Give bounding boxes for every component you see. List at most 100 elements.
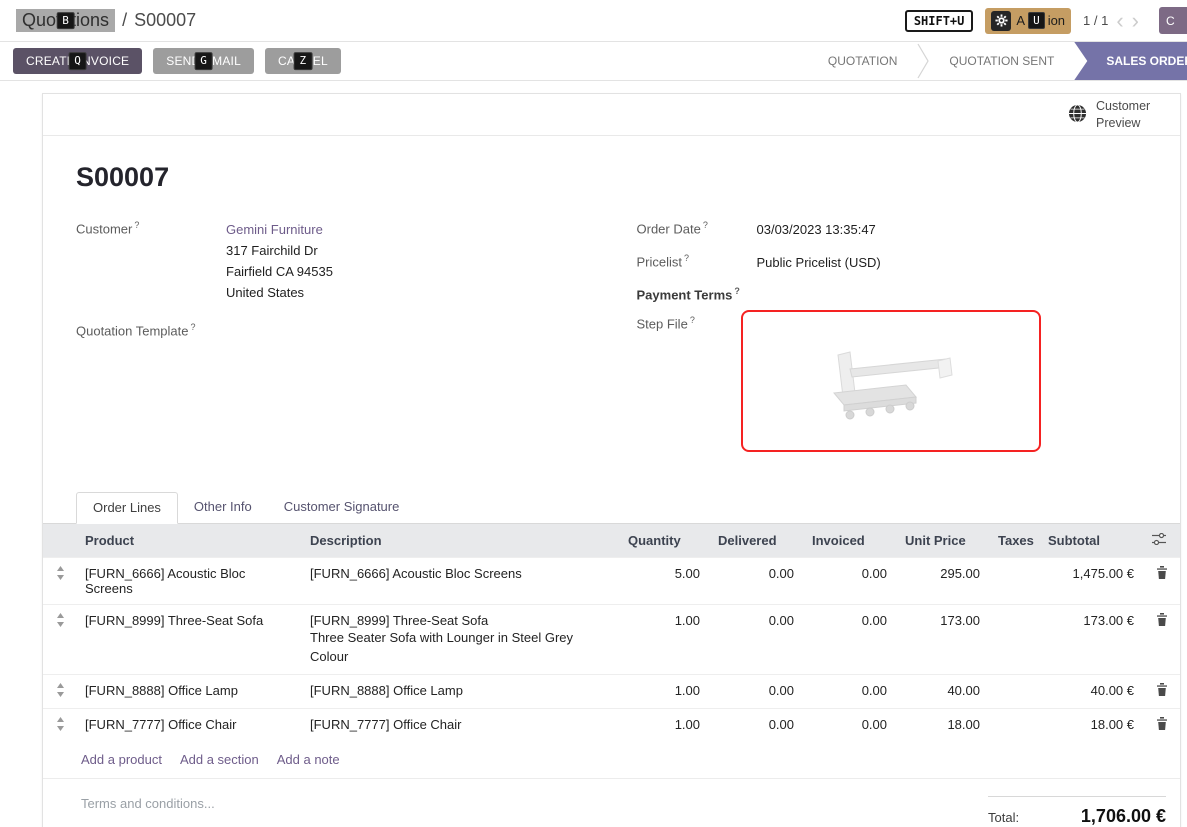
- description-extra: Three Seater Sofa with Lounger in Steel …: [310, 628, 612, 666]
- help-icon: ?: [134, 220, 139, 230]
- column-header-product: Product: [77, 524, 302, 558]
- cell-invoiced[interactable]: 0.00: [804, 605, 897, 675]
- globe-icon: [1068, 104, 1087, 126]
- cell-quantity[interactable]: 1.00: [620, 675, 710, 709]
- cell-unit-price[interactable]: 40.00: [897, 675, 990, 709]
- cell-delivered[interactable]: 0.00: [710, 605, 804, 675]
- add-product-link[interactable]: Add a product: [81, 752, 162, 767]
- topbar-actions: SHIFT+U A U ion 1 / 1 ‹ ›: [905, 8, 1173, 34]
- status-step-quotation[interactable]: QUOTATION: [808, 42, 918, 80]
- step-file-image[interactable]: [741, 310, 1041, 452]
- cell-quantity[interactable]: 1.00: [620, 605, 710, 675]
- cancel-button[interactable]: CANCEL Z: [265, 48, 341, 74]
- cell-unit-price[interactable]: 295.00: [897, 558, 990, 605]
- send-email-button[interactable]: SEND EMAIL G: [153, 48, 254, 74]
- column-header-subtotal: Subtotal: [1040, 524, 1144, 558]
- help-icon: ?: [703, 220, 708, 230]
- customer-preview-button[interactable]: Customer Preview: [43, 94, 1180, 136]
- sofa-render-image: [806, 331, 976, 431]
- customer-address-line: United States: [226, 282, 587, 303]
- form-sheet: Customer Preview S00007 Customer? Gemini…: [42, 93, 1181, 827]
- sheet-footer: Terms and conditions... Total: 1,706.00 …: [43, 779, 1180, 827]
- cell-delivered[interactable]: 0.00: [710, 709, 804, 743]
- cell-product[interactable]: [FURN_6666] Acoustic Bloc Screens: [77, 558, 302, 605]
- description-main: [FURN_8999] Three-Seat Sofa: [310, 613, 612, 628]
- breadcrumb-quotations[interactable]: Quotations B: [16, 9, 115, 32]
- drag-handle-icon[interactable]: [43, 709, 77, 743]
- column-header-taxes: Taxes: [990, 524, 1040, 558]
- shortcut-badge-breadcrumb: B: [56, 12, 75, 30]
- help-icon: ?: [684, 253, 689, 263]
- cell-description[interactable]: [FURN_6666] Acoustic Bloc Screens: [302, 558, 620, 605]
- cell-unit-price[interactable]: 18.00: [897, 709, 990, 743]
- create-invoice-button[interactable]: CREATE INVOICE Q: [13, 48, 142, 74]
- drag-handle-icon[interactable]: [43, 675, 77, 709]
- add-note-link[interactable]: Add a note: [277, 752, 340, 767]
- cell-taxes[interactable]: [990, 605, 1040, 675]
- status-step-quotation-sent[interactable]: QUOTATION SENT: [929, 42, 1074, 80]
- cell-invoiced[interactable]: 0.00: [804, 709, 897, 743]
- cell-taxes[interactable]: [990, 675, 1040, 709]
- cell-taxes[interactable]: [990, 709, 1040, 743]
- create-button[interactable]: C: [1159, 7, 1187, 34]
- cell-description[interactable]: [FURN_8888] Office Lamp: [302, 675, 620, 709]
- drag-handle-icon[interactable]: [43, 558, 77, 605]
- trash-icon[interactable]: [1144, 558, 1180, 605]
- cell-invoiced[interactable]: 0.00: [804, 675, 897, 709]
- column-settings-icon[interactable]: [1144, 524, 1180, 558]
- breadcrumb: Quotations B / S00007: [16, 9, 196, 32]
- table-add-links: Add a product Add a section Add a note: [43, 742, 1180, 779]
- field-step-file: Step File?: [637, 314, 1148, 452]
- control-toolbar: CREATE INVOICE Q SEND EMAIL G CANCEL Z Q…: [0, 41, 1187, 81]
- shortcut-badge-action: U: [1028, 12, 1045, 30]
- field-pricelist: Pricelist? Public Pricelist (USD): [637, 252, 1148, 273]
- cell-description[interactable]: [FURN_8999] Three-Seat Sofa Three Seater…: [302, 605, 620, 675]
- chevron-right-icon[interactable]: ›: [1132, 12, 1139, 30]
- chevron-left-icon[interactable]: ‹: [1116, 12, 1123, 30]
- order-lines-table: Product Description Quantity Delivered I…: [43, 524, 1180, 742]
- shortcut-badge-create-invoice: Q: [68, 52, 87, 70]
- table-row: [FURN_6666] Acoustic Bloc Screens [FURN_…: [43, 558, 1180, 605]
- payment-terms-label: Payment Terms?: [637, 285, 757, 302]
- add-section-link[interactable]: Add a section: [180, 752, 259, 767]
- tab-customer-signature[interactable]: Customer Signature: [268, 492, 416, 523]
- order-date-label: Order Date?: [637, 219, 757, 236]
- trash-icon[interactable]: [1144, 709, 1180, 743]
- cell-product[interactable]: [FURN_8999] Three-Seat Sofa: [77, 605, 302, 675]
- pager-count: 1 / 1: [1083, 13, 1108, 28]
- trash-icon[interactable]: [1144, 675, 1180, 709]
- cell-quantity[interactable]: 1.00: [620, 709, 710, 743]
- action-menu-button[interactable]: A U ion: [985, 8, 1071, 34]
- step-file-label: Step File?: [637, 314, 757, 331]
- notebook-tabs: Order Lines Other Info Customer Signatur…: [43, 492, 1180, 524]
- terms-and-conditions-input[interactable]: Terms and conditions...: [81, 796, 215, 827]
- pricelist-value[interactable]: Public Pricelist (USD): [757, 252, 1148, 273]
- tab-other-info[interactable]: Other Info: [178, 492, 268, 523]
- action-label-end: ion: [1048, 13, 1065, 28]
- customer-link[interactable]: Gemini Furniture: [226, 222, 323, 237]
- trash-icon[interactable]: [1144, 605, 1180, 675]
- drag-handle-icon[interactable]: [43, 605, 77, 675]
- quotation-template-label: Quotation Template?: [76, 321, 226, 338]
- customer-preview-label: Customer Preview: [1096, 98, 1160, 131]
- cell-description[interactable]: [FURN_7777] Office Chair: [302, 709, 620, 743]
- breadcrumb-separator: /: [122, 10, 127, 31]
- table-row: [FURN_7777] Office Chair [FURN_7777] Off…: [43, 709, 1180, 743]
- cell-subtotal: 1,475.00 €: [1040, 558, 1144, 605]
- cell-delivered[interactable]: 0.00: [710, 675, 804, 709]
- cell-delivered[interactable]: 0.00: [710, 558, 804, 605]
- help-icon: ?: [690, 315, 695, 325]
- cell-product[interactable]: [FURN_8888] Office Lamp: [77, 675, 302, 709]
- statusbar: QUOTATION QUOTATION SENT SALES ORDER: [808, 42, 1187, 80]
- order-date-value[interactable]: 03/03/2023 13:35:47: [757, 219, 1148, 240]
- status-step-sales-order[interactable]: SALES ORDER: [1074, 42, 1187, 80]
- cell-subtotal: 173.00 €: [1040, 605, 1144, 675]
- field-quotation-template: Quotation Template?: [76, 321, 587, 338]
- pager: 1 / 1 ‹ ›: [1083, 12, 1139, 30]
- cell-product[interactable]: [FURN_7777] Office Chair: [77, 709, 302, 743]
- cell-taxes[interactable]: [990, 558, 1040, 605]
- cell-invoiced[interactable]: 0.00: [804, 558, 897, 605]
- cell-quantity[interactable]: 5.00: [620, 558, 710, 605]
- tab-order-lines[interactable]: Order Lines: [76, 492, 178, 524]
- cell-unit-price[interactable]: 173.00: [897, 605, 990, 675]
